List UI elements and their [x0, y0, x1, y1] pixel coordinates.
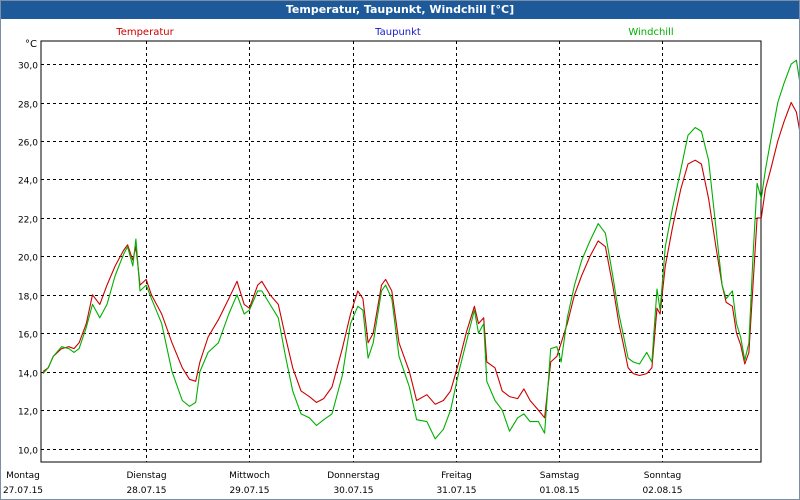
x-tick-weekday: Dienstag: [126, 471, 166, 481]
y-tick-label: 22,0: [18, 216, 38, 226]
x-tick-weekday: Donnerstag: [327, 471, 380, 481]
x-tick-date: 31.07.15: [436, 486, 476, 496]
y-tick-label: 26,0: [18, 139, 38, 149]
x-tick-date: 02.08.15: [642, 486, 682, 496]
y-axis-unit: °C: [25, 39, 37, 50]
y-tick-label: 30,0: [18, 62, 38, 72]
y-tick-label: 18,0: [18, 293, 38, 303]
x-tick-weekday: Freitag: [441, 471, 472, 481]
y-tick-label: 14,0: [18, 370, 38, 380]
x-tick-weekday: Samstag: [540, 471, 579, 481]
x-tick-date: 27.07.15: [3, 486, 43, 496]
y-tick-label: 16,0: [18, 331, 38, 341]
x-tick-date: 01.08.15: [539, 486, 579, 496]
x-tick-date: 30.07.15: [333, 486, 373, 496]
x-tick-weekday: Montag: [6, 471, 40, 481]
x-tick-date: 29.07.15: [229, 486, 269, 496]
y-tick-label: 12,0: [18, 408, 38, 418]
legend-windchill: Windchill: [628, 27, 673, 38]
y-tick-label: 28,0: [18, 101, 38, 111]
x-tick-weekday: Mittwoch: [229, 471, 270, 481]
chart-window: Temperatur, Taupunkt, Windchill [°C] 10,…: [0, 0, 800, 500]
legend-temperatur: Temperatur: [115, 27, 174, 38]
x-tick-weekday: Sonntag: [644, 471, 681, 481]
chart-canvas: 10,0 12,0 14,0 16,0 18,0 20,0 22,0 24,0 26,0 28,0…: [3, 27, 799, 496]
plot-area: [40, 40, 762, 463]
y-tick-label: 24,0: [18, 177, 38, 187]
legend-taupunkt: Taupunkt: [374, 27, 421, 38]
x-tick-date: 28.07.15: [126, 486, 166, 496]
y-tick-label: 10,0: [18, 447, 38, 457]
y-tick-label: 20,0: [18, 254, 38, 264]
